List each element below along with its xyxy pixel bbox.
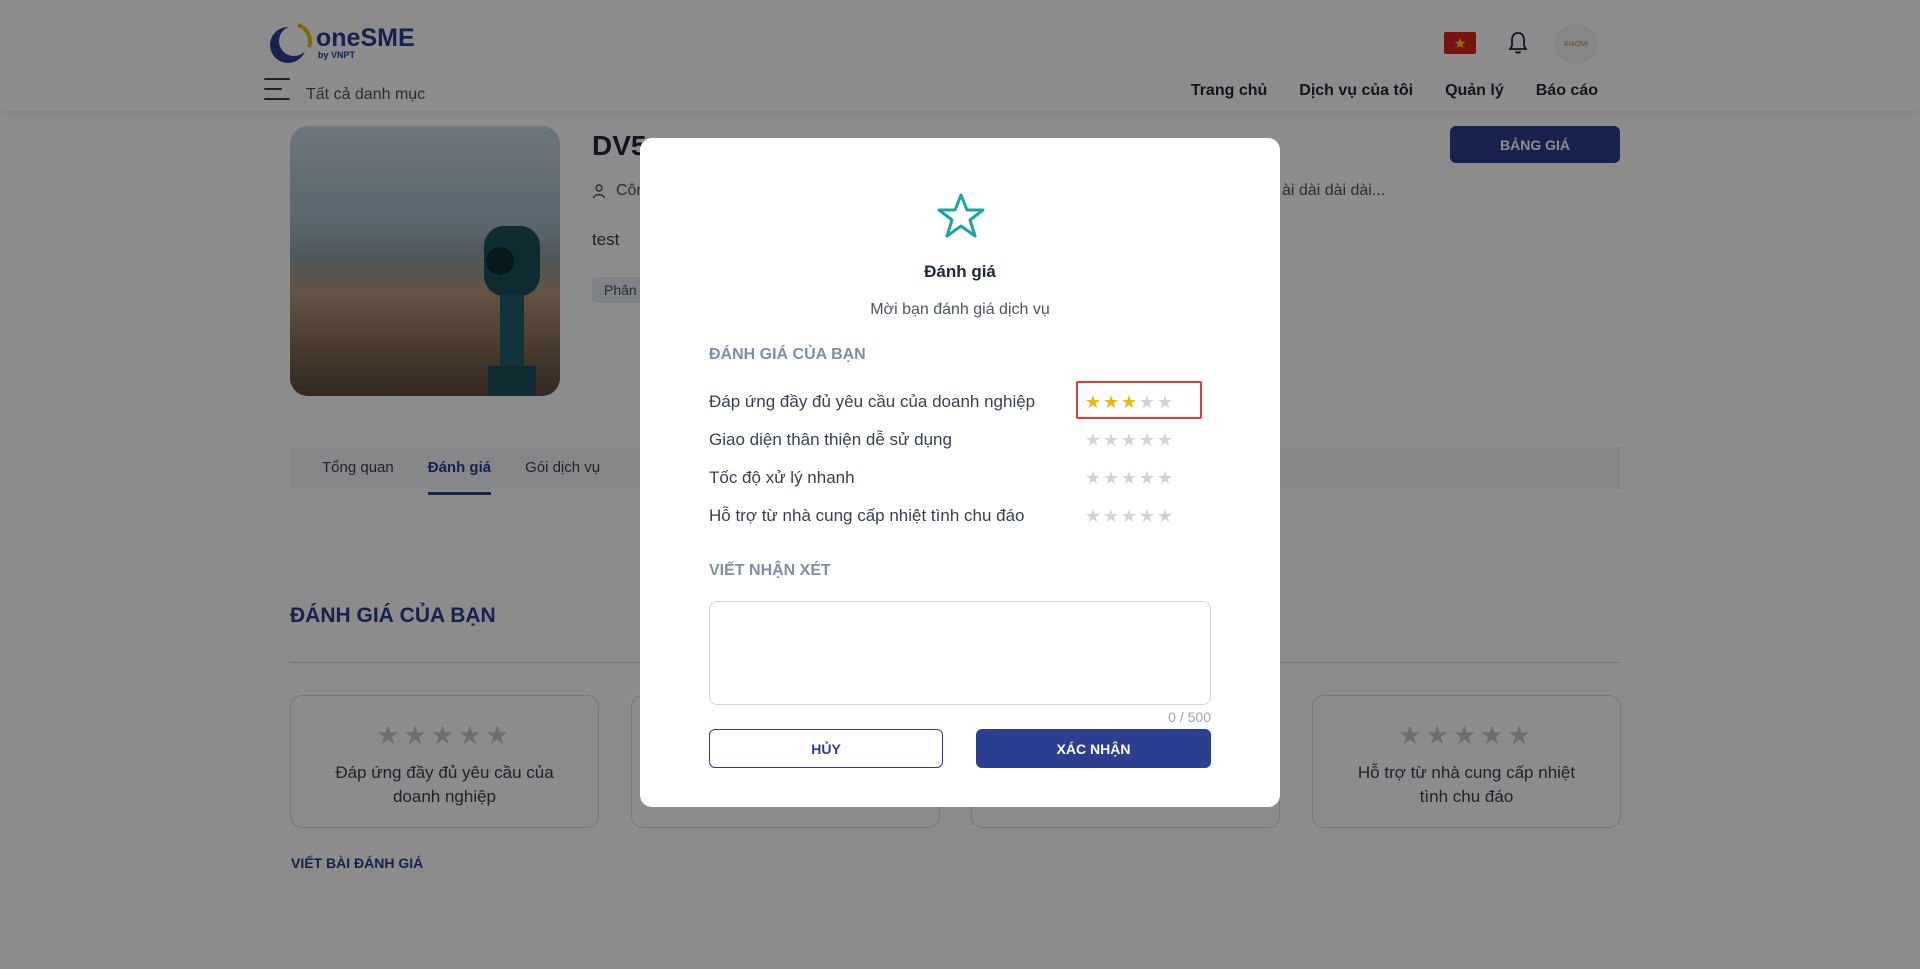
star-icon[interactable]: ★	[1102, 506, 1120, 527]
modal-title: Đánh giá	[924, 262, 996, 281]
highlight-box	[1076, 381, 1202, 419]
rating-row: Giao diện thân thiện dễ sử dụng ★ ★ ★ ★ ★	[709, 427, 1209, 453]
char-counter: 0 / 500	[1168, 709, 1211, 725]
star-icon[interactable]: ★	[1156, 506, 1174, 527]
star-icon[interactable]: ★	[1120, 506, 1138, 527]
confirm-button[interactable]: XÁC NHẬN	[976, 729, 1211, 768]
rating-label: Giao diện thân thiện dễ sử dụng	[709, 430, 952, 449]
rating-row: Tốc độ xử lý nhanh ★ ★ ★ ★ ★	[709, 465, 1209, 491]
rating-label: Tốc độ xử lý nhanh	[709, 468, 855, 487]
star-icon[interactable]: ★	[1120, 430, 1138, 451]
star-icon[interactable]: ★	[1102, 430, 1120, 451]
comment-textarea[interactable]	[709, 601, 1211, 705]
star-icon[interactable]: ★	[1120, 468, 1138, 489]
rating-modal: Đánh giá Mời bạn đánh giá dịch vụ ĐÁNH G…	[640, 138, 1280, 807]
rating-label: Hỗ trợ từ nhà cung cấp nhiệt tình chu đá…	[709, 506, 1025, 525]
star-icon[interactable]: ★	[1156, 468, 1174, 489]
comment-heading: VIẾT NHẬN XÉT	[709, 562, 831, 579]
rating-label: Đáp ứng đầy đủ yêu cầu của doanh nghiệp	[709, 392, 1036, 411]
rating-row: Đáp ứng đầy đủ yêu cầu của doanh nghiệp …	[709, 381, 1209, 419]
star-icon[interactable]: ★	[1084, 430, 1102, 451]
star-outline-icon	[937, 193, 985, 238]
star-icon[interactable]: ★	[1084, 506, 1102, 527]
cancel-button[interactable]: HỦY	[709, 729, 943, 768]
rating-heading: ĐÁNH GIÁ CỦA BẠN	[709, 346, 866, 363]
star-rating-input[interactable]: ★ ★ ★ ★ ★	[1084, 506, 1174, 527]
star-icon[interactable]: ★	[1138, 506, 1156, 527]
star-icon[interactable]: ★	[1102, 468, 1120, 489]
star-icon[interactable]: ★	[1156, 430, 1174, 451]
rating-row: Hỗ trợ từ nhà cung cấp nhiệt tình chu đá…	[709, 503, 1209, 529]
star-icon[interactable]: ★	[1084, 468, 1102, 489]
modal-subtitle: Mời bạn đánh giá dịch vụ	[870, 301, 1050, 318]
star-icon[interactable]: ★	[1138, 430, 1156, 451]
star-rating-input[interactable]: ★ ★ ★ ★ ★	[1084, 468, 1174, 489]
star-icon[interactable]: ★	[1138, 468, 1156, 489]
star-rating-input[interactable]: ★ ★ ★ ★ ★	[1084, 430, 1174, 451]
